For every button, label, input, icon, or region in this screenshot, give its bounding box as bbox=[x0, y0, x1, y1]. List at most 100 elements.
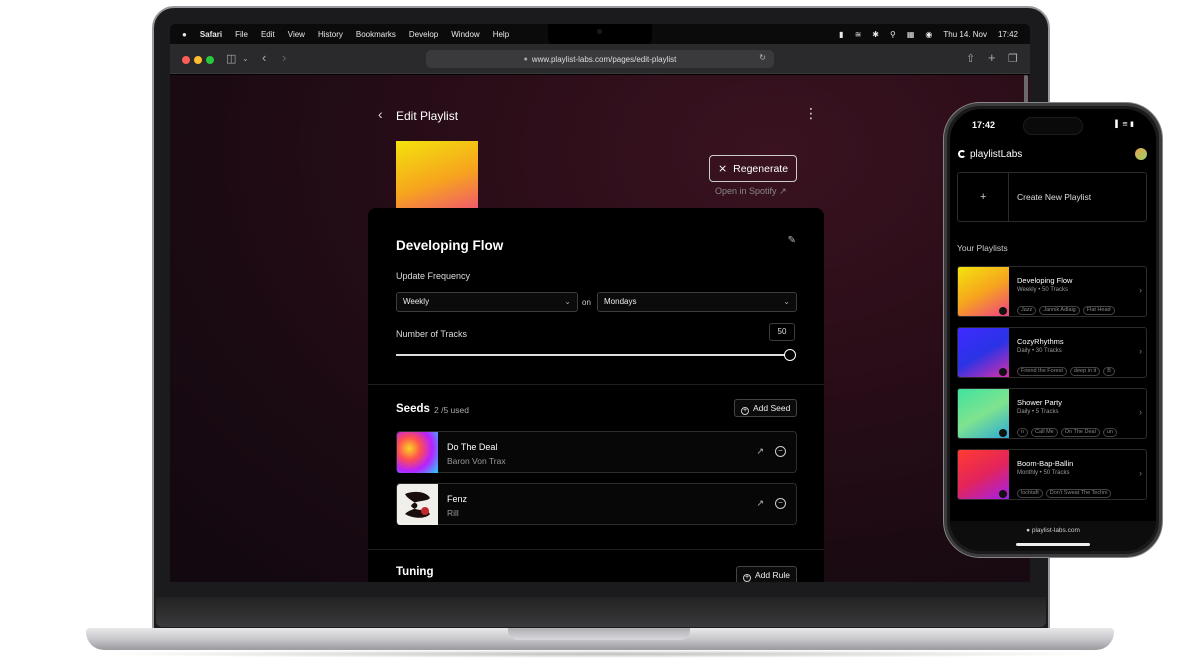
address-url: www.playlist-labs.com/pages/edit-playlis… bbox=[531, 54, 677, 64]
tracks-slider-track[interactable] bbox=[396, 354, 790, 356]
tracks-number-input[interactable]: 50 bbox=[769, 323, 795, 341]
menu-app-name[interactable]: Safari bbox=[200, 30, 222, 39]
chevron-right-icon: › bbox=[1137, 407, 1142, 417]
siri-icon[interactable]: ◉ bbox=[925, 30, 932, 39]
tab-group-chevron-icon[interactable]: ⌄ bbox=[242, 54, 249, 63]
back-arrow-icon[interactable]: ‹ bbox=[378, 106, 383, 122]
tag-chip: lochtaft bbox=[1017, 489, 1043, 498]
chevron-right-icon: › bbox=[1137, 346, 1142, 356]
apple-icon[interactable]: ● bbox=[182, 30, 187, 39]
minimize-window-button[interactable] bbox=[194, 56, 202, 64]
sidebar-icon[interactable]: ◫ bbox=[226, 52, 236, 65]
menubar-time[interactable]: 17:42 bbox=[998, 30, 1018, 39]
tab-overview-icon[interactable]: ❐ bbox=[1008, 52, 1018, 65]
tracks-slider-thumb[interactable] bbox=[784, 349, 796, 361]
playlist-tags: Friend the Forest deep in it B bbox=[1017, 359, 1118, 377]
create-playlist-button[interactable]: + Create New Playlist bbox=[957, 172, 1147, 222]
seeds-title: Seeds bbox=[396, 403, 430, 415]
regenerate-label: Regenerate bbox=[733, 162, 789, 175]
web-page: ‹ Edit Playlist ⋮ ◉ ⨯ Regenerate Open in… bbox=[170, 75, 1030, 582]
menu-edit[interactable]: Edit bbox=[261, 30, 275, 39]
spotify-badge-icon bbox=[999, 307, 1007, 315]
tag-chip: Call Me bbox=[1031, 428, 1058, 437]
control-center-icon[interactable]: ▦ bbox=[907, 30, 915, 39]
playlist-name: CozyRhythms bbox=[1017, 337, 1064, 346]
playlist-list-item[interactable]: Boom-Bap-Ballin Monthly • 50 Tracks loch… bbox=[957, 449, 1147, 500]
add-seed-button[interactable]: + Add Seed bbox=[734, 399, 798, 417]
external-link-icon[interactable]: ↗ bbox=[756, 498, 764, 509]
wifi-icon[interactable]: ≊ bbox=[855, 30, 862, 39]
close-window-button[interactable] bbox=[182, 56, 190, 64]
search-icon[interactable]: ⚲ bbox=[890, 30, 896, 39]
brand-name: playlistLabs bbox=[970, 149, 1023, 160]
phone-url: playlist-labs.com bbox=[1031, 527, 1080, 534]
tag-chip: On The Deal bbox=[1060, 428, 1100, 437]
reload-icon[interactable]: ↻ bbox=[759, 53, 766, 62]
brand-logo[interactable]: playlistLabs bbox=[958, 149, 1022, 160]
menubar-date[interactable]: Thu 14. Nov bbox=[943, 30, 987, 39]
bluetooth-icon[interactable]: ✱ bbox=[872, 30, 879, 39]
add-rule-button[interactable]: + Add Rule bbox=[736, 566, 797, 582]
seed-artwork bbox=[397, 484, 438, 525]
playlist-list-item[interactable]: CozyRhythms Daily • 30 Tracks Friend the… bbox=[957, 327, 1147, 378]
divider bbox=[1008, 173, 1009, 221]
share-icon[interactable]: ⇧ bbox=[966, 52, 975, 65]
remove-seed-icon[interactable]: − bbox=[775, 446, 786, 457]
day-select[interactable]: Mondays ⌄ bbox=[597, 292, 797, 312]
playlist-meta: Weekly • 50 Tracks bbox=[1017, 287, 1069, 293]
chevron-down-icon: ⌄ bbox=[783, 297, 790, 306]
menu-help[interactable]: Help bbox=[493, 30, 509, 39]
open-in-spotify-link[interactable]: Open in Spotify ↗ bbox=[715, 186, 787, 197]
battery-icon: ▮ bbox=[1130, 121, 1136, 128]
spotify-badge-icon bbox=[999, 490, 1007, 498]
frequency-select[interactable]: Weekly ⌄ bbox=[396, 292, 578, 312]
menu-view[interactable]: View bbox=[288, 30, 305, 39]
tag-chip: B bbox=[1103, 367, 1115, 376]
spotify-badge-icon bbox=[999, 368, 1007, 376]
tuning-title: Tuning bbox=[396, 566, 434, 578]
back-nav-icon[interactable]: ‹ bbox=[262, 50, 266, 65]
more-options-icon[interactable]: ⋮ bbox=[804, 105, 818, 122]
playlist-list-item[interactable]: Developing Flow Weekly • 50 Tracks Jazz J… bbox=[957, 266, 1147, 317]
home-indicator[interactable] bbox=[1016, 543, 1090, 546]
address-bar[interactable]: ● www.playlist-labs.com/pages/edit-playl… bbox=[426, 50, 774, 68]
plus-icon: + bbox=[980, 191, 987, 203]
seed-artist: Rill bbox=[447, 508, 459, 518]
new-tab-icon[interactable]: + bbox=[988, 50, 996, 65]
playlist-meta: Daily • 30 Tracks bbox=[1017, 348, 1062, 354]
playlist-artwork bbox=[958, 328, 1009, 377]
tag-chip: Jannik Adlaig bbox=[1039, 306, 1080, 315]
playlist-settings-card: Developing Flow ✎ Update Frequency Weekl… bbox=[368, 208, 824, 582]
battery-icon[interactable]: ▮ bbox=[839, 30, 843, 39]
external-link-icon[interactable]: ↗ bbox=[756, 446, 764, 457]
create-playlist-label: Create New Playlist bbox=[1017, 192, 1092, 202]
avatar[interactable] bbox=[1135, 148, 1147, 160]
playlist-artwork bbox=[958, 389, 1009, 438]
laptop-screen: ● Safari File Edit View History Bookmark… bbox=[170, 24, 1030, 582]
playlist-name: Boom-Bap-Ballin bbox=[1017, 459, 1074, 468]
zoom-window-button[interactable] bbox=[206, 56, 214, 64]
shuffle-icon: ⨯ bbox=[717, 163, 728, 175]
your-playlists-heading: Your Playlists bbox=[957, 243, 1008, 253]
logo-icon bbox=[958, 150, 966, 158]
remove-seed-icon[interactable]: − bbox=[775, 498, 786, 509]
tag-chip: Don't Sweat The Techni bbox=[1045, 489, 1112, 498]
phone-screen: 17:42 ▌≊▮ playlistLabs + Create New Play… bbox=[950, 109, 1156, 551]
forward-nav-icon[interactable]: › bbox=[282, 50, 286, 65]
phone-browser-bar: ● playlist-labs.com bbox=[950, 521, 1156, 551]
menu-file[interactable]: File bbox=[235, 30, 248, 39]
chevron-down-icon: ⌄ bbox=[564, 297, 571, 306]
menu-window[interactable]: Window bbox=[451, 30, 479, 39]
menu-bookmarks[interactable]: Bookmarks bbox=[356, 30, 396, 39]
regenerate-button[interactable]: ⨯ Regenerate bbox=[709, 155, 797, 182]
menu-develop[interactable]: Develop bbox=[409, 30, 438, 39]
playlist-tags: lochtaft Don't Sweat The Techni bbox=[1017, 481, 1114, 499]
playlist-list-item[interactable]: Shower Party Daily • 5 Tracks n Call Me On… bbox=[957, 388, 1147, 439]
edit-name-pencil-icon[interactable]: ✎ bbox=[788, 235, 796, 246]
open-in-spotify-label: Open in Spotify bbox=[715, 186, 777, 196]
seed-artwork bbox=[397, 432, 438, 473]
phone-url-bar[interactable]: ● playlist-labs.com bbox=[950, 527, 1156, 534]
menu-history[interactable]: History bbox=[318, 30, 343, 39]
phone-time: 17:42 bbox=[972, 120, 996, 130]
dynamic-island bbox=[1023, 117, 1083, 135]
